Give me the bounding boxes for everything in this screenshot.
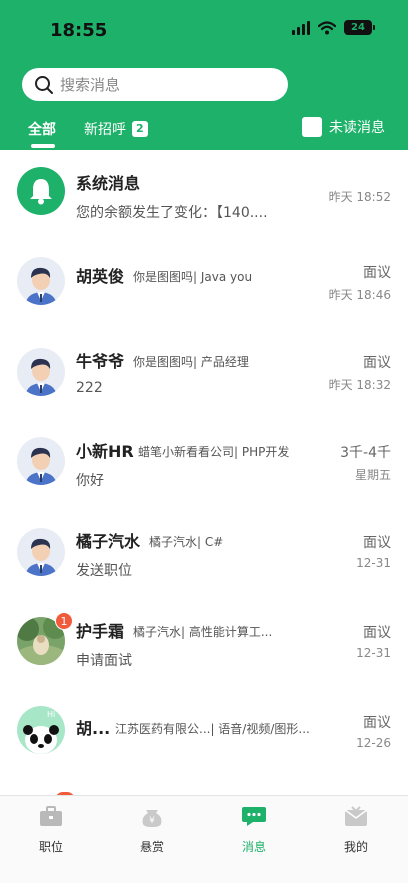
header: 18:55 24 全部 新招呼 2 未读消息: [0, 0, 408, 150]
salary: 3千-4千: [340, 445, 391, 461]
search-bar[interactable]: [22, 68, 288, 101]
message-date: 12-31: [356, 646, 391, 660]
message-preview: 你好: [76, 473, 104, 489]
man-avatar: [17, 348, 65, 396]
message-item-system[interactable]: 系统消息 您的余额发生了变化：【140.... 昨天 18:52: [0, 150, 408, 240]
sender-name: 牛爷爷: [76, 352, 125, 371]
message-date: 昨天 18:46: [328, 288, 391, 302]
sender-name: 胡英俊: [76, 267, 125, 286]
message-list: 系统消息 您的余额发生了变化：【140.... 昨天 18:52 胡英俊 你是图…: [0, 150, 408, 795]
tab-new-recruit-label: 新招呼: [84, 122, 126, 138]
status-bar: 18:55 24: [0, 0, 408, 60]
tab-messages-label: 消息: [241, 840, 266, 854]
company-position: 橘子汽水| C#: [149, 535, 224, 549]
tab-jobs[interactable]: 职位: [21, 804, 81, 855]
briefcase-icon: [40, 806, 62, 826]
man-avatar: [17, 437, 65, 485]
sender-name: 小新HR: [76, 442, 134, 461]
new-recruit-count-badge: 2: [132, 121, 148, 137]
battery-icon: 24: [344, 20, 375, 35]
unread-label: 未读消息: [329, 120, 385, 136]
tab-jobs-label: 职位: [38, 840, 63, 854]
sender-name: 胡...: [76, 719, 111, 738]
bell-icon: [17, 167, 65, 215]
message-preview: 222: [76, 380, 103, 396]
message-preview: 您的余额发生了变化：【140....: [76, 205, 268, 221]
message-item[interactable]: Hi 胡... 江苏医药有限公...| 语音/视频/图形... 面议 12-26: [0, 690, 408, 780]
message-date: 昨天 18:52: [328, 190, 391, 204]
man-avatar: [17, 257, 65, 305]
message-item[interactable]: 胡英俊 你是图图吗| Java you 面议 昨天 18:46: [0, 240, 408, 330]
man-avatar: [17, 528, 65, 576]
unread-filter[interactable]: 未读消息: [302, 117, 385, 137]
message-preview: 申请面试: [76, 653, 132, 669]
bottom-tab-bar: 职位 ¥ 悬赏 消息 我的: [0, 795, 408, 883]
message-item[interactable]: 牛爷爷 你是图图吗| 产品经理 222 面议 昨天 18:32: [0, 330, 408, 420]
profile-icon: [344, 806, 368, 826]
salary: 面议: [363, 355, 391, 371]
sender-name: 橘子汽水: [76, 532, 141, 551]
coin-bag-icon: ¥: [142, 810, 162, 827]
tab-indicator: [31, 144, 55, 148]
company-position: 橘子汽水| 高性能计算工...: [133, 625, 273, 639]
message-item[interactable]: 小新HR 蜡笔小新看看公司| PHP开发 你好 3千-4千 星期五: [0, 420, 408, 510]
chat-icon: [242, 807, 266, 826]
search-icon: [35, 75, 53, 94]
tab-reward-label: 悬赏: [139, 840, 164, 854]
clock: 18:55: [50, 20, 108, 41]
unread-checkbox[interactable]: [302, 117, 322, 137]
company-position: 蜡笔小新看看公司| PHP开发: [138, 445, 290, 459]
signal-icon: [292, 20, 310, 35]
message-item[interactable]: 橘子汽水 橘子汽水| C# 发送职位 面议 12-31: [0, 510, 408, 600]
svg-text:Hi: Hi: [47, 710, 55, 719]
panda-avatar: Hi: [17, 706, 65, 754]
tab-profile[interactable]: 我的: [326, 804, 386, 855]
message-item[interactable]: 1 护手霜 橘子汽水| 高性能计算工... 申请面试 面议 12-31: [0, 600, 408, 690]
svg-text:¥: ¥: [149, 816, 155, 826]
tab-profile-label: 我的: [343, 840, 368, 854]
sender-name: 系统消息: [76, 174, 141, 193]
company-position: 你是图图吗| 产品经理: [133, 355, 249, 369]
unread-count-badge: 1: [55, 612, 73, 630]
company-position: 江苏医药有限公...| 语音/视频/图形...: [115, 722, 310, 736]
salary: 面议: [363, 715, 391, 731]
tab-messages[interactable]: 消息: [224, 804, 284, 855]
message-date: 12-31: [356, 556, 391, 570]
status-icons: 24: [292, 20, 375, 35]
salary: 面议: [363, 265, 391, 281]
tab-reward[interactable]: ¥ 悬赏: [122, 804, 182, 855]
message-date: 昨天 18:32: [328, 378, 391, 392]
message-date: 12-26: [356, 736, 391, 750]
tab-new-recruit[interactable]: 新招呼 2: [84, 119, 148, 139]
sender-name: 护手霜: [76, 622, 125, 641]
salary: 面议: [363, 535, 391, 551]
wifi-icon: [318, 20, 336, 34]
company-position: 你是图图吗| Java you: [133, 270, 253, 284]
tab-all[interactable]: 全部: [28, 119, 56, 139]
message-date: 星期五: [354, 468, 391, 482]
message-preview: 发送职位: [76, 563, 132, 579]
salary: 面议: [363, 625, 391, 641]
search-input[interactable]: [60, 75, 260, 94]
